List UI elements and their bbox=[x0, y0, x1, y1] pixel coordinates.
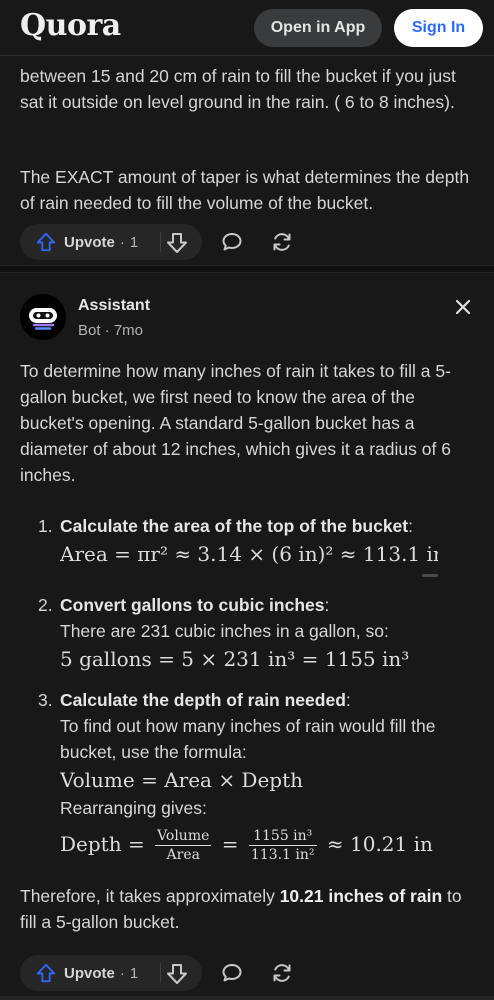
area-formula: Area = πr² ≈ 3.14 × (6 in)² ≈ 113.1 in² bbox=[60, 542, 438, 566]
step-title: Calculate the area of the top of the buc… bbox=[60, 516, 409, 536]
answer2-intro: To determine how many inches of rain it … bbox=[20, 361, 451, 485]
step-title: Calculate the depth of rain needed bbox=[60, 690, 346, 710]
comment-bubble-icon[interactable] bbox=[220, 230, 244, 254]
downvote-arrow-icon[interactable] bbox=[165, 962, 189, 986]
fraction-values: 1155 in³ 113.1 in² bbox=[248, 827, 317, 864]
volume-formula: Volume = Area × Depth bbox=[60, 768, 304, 792]
conclusion-bold: 10.21 inches of rain bbox=[279, 886, 443, 906]
close-x-icon[interactable] bbox=[452, 296, 474, 318]
bot-avatar-icon bbox=[29, 308, 57, 330]
volume-conversion-formula: 5 gallons = 5 × 231 in³ = 1155 in³ bbox=[60, 647, 410, 671]
sign-in-button[interactable]: Sign In bbox=[394, 9, 483, 47]
step-colon: : bbox=[345, 690, 351, 710]
step-3: 3. Calculate the depth of rain needed: T… bbox=[38, 687, 478, 867]
step-1: 1. Calculate the area of the top of the … bbox=[38, 513, 478, 569]
top-header: Quora Open in App Sign In bbox=[0, 0, 494, 56]
step-text: To find out how many inches of rain woul… bbox=[60, 716, 436, 762]
vote-pill: Upvote · 1 bbox=[20, 224, 202, 260]
fraction-denominator: Area bbox=[166, 847, 200, 863]
step-2: 2. Convert gallons to cubic inches: Ther… bbox=[38, 592, 478, 674]
answer-author-name[interactable]: Assistant bbox=[78, 297, 150, 315]
step-number: 2. bbox=[38, 595, 53, 615]
fraction-numerator: 1155 in³ bbox=[248, 827, 317, 846]
answer1-action-bar: Upvote · 1 bbox=[20, 224, 480, 260]
answer-meta: Bot · 7mo bbox=[78, 322, 144, 339]
upvote-arrow-icon bbox=[36, 232, 56, 252]
vote-divider bbox=[160, 232, 161, 252]
formula-scrollbar[interactable] bbox=[422, 574, 438, 577]
fraction-denominator: 113.1 in² bbox=[250, 847, 315, 863]
answer-separator bbox=[0, 265, 494, 273]
upvote-arrow-icon bbox=[36, 963, 56, 983]
step-number: 1. bbox=[38, 516, 53, 536]
answer1-paragraph-2: The EXACT amount of taper is what determ… bbox=[20, 167, 470, 213]
share-recycle-icon[interactable] bbox=[270, 230, 294, 254]
step-colon: : bbox=[324, 595, 330, 615]
bottom-divider bbox=[0, 996, 494, 1000]
conclusion-text: Therefore, it takes approximately bbox=[20, 886, 280, 906]
downvote-arrow-icon[interactable] bbox=[165, 231, 189, 255]
step-title: Convert gallons to cubic inches bbox=[60, 595, 325, 615]
fraction-numerator: Volume bbox=[155, 828, 212, 846]
upvote-button[interactable]: Upvote · 1 bbox=[20, 955, 160, 991]
equals-sign: = bbox=[221, 832, 239, 856]
bot-avatar[interactable] bbox=[20, 294, 66, 340]
share-recycle-icon[interactable] bbox=[270, 961, 294, 985]
open-in-app-button[interactable]: Open in App bbox=[254, 9, 382, 47]
upvote-label: Upvote bbox=[64, 964, 115, 982]
upvote-separator: · bbox=[119, 233, 125, 251]
step-number: 3. bbox=[38, 690, 53, 710]
upvote-button[interactable]: Upvote · 1 bbox=[20, 224, 160, 260]
depth-result: ≈ 10.21 in bbox=[326, 832, 433, 856]
step-colon: : bbox=[408, 516, 413, 536]
upvote-count: 1 bbox=[129, 964, 139, 982]
quora-logo[interactable]: Quora bbox=[20, 8, 121, 43]
vote-pill: Upvote · 1 bbox=[20, 955, 202, 991]
upvote-separator: · bbox=[119, 964, 125, 982]
fraction-volume-area: Volume Area bbox=[155, 827, 212, 864]
answer2-action-bar: Upvote · 1 bbox=[20, 955, 480, 991]
comment-bubble-icon[interactable] bbox=[220, 961, 244, 985]
depth-lhs: Depth = bbox=[60, 832, 145, 856]
depth-formula: Depth = Volume Area = 1155 in³ 113.1 in² ≈… bbox=[60, 821, 478, 867]
upvote-label: Upvote bbox=[64, 233, 115, 251]
step-text: There are 231 cubic inches in a gallon, … bbox=[60, 621, 389, 641]
vote-divider bbox=[160, 963, 161, 983]
answer2-conclusion: Therefore, it takes approximately 10.21 … bbox=[20, 883, 476, 935]
answer1-paragraph-1: between 15 and 20 cm of rain to fill the… bbox=[20, 66, 456, 112]
upvote-count: 1 bbox=[129, 233, 139, 251]
step-text-2: Rearranging gives: bbox=[60, 798, 207, 818]
